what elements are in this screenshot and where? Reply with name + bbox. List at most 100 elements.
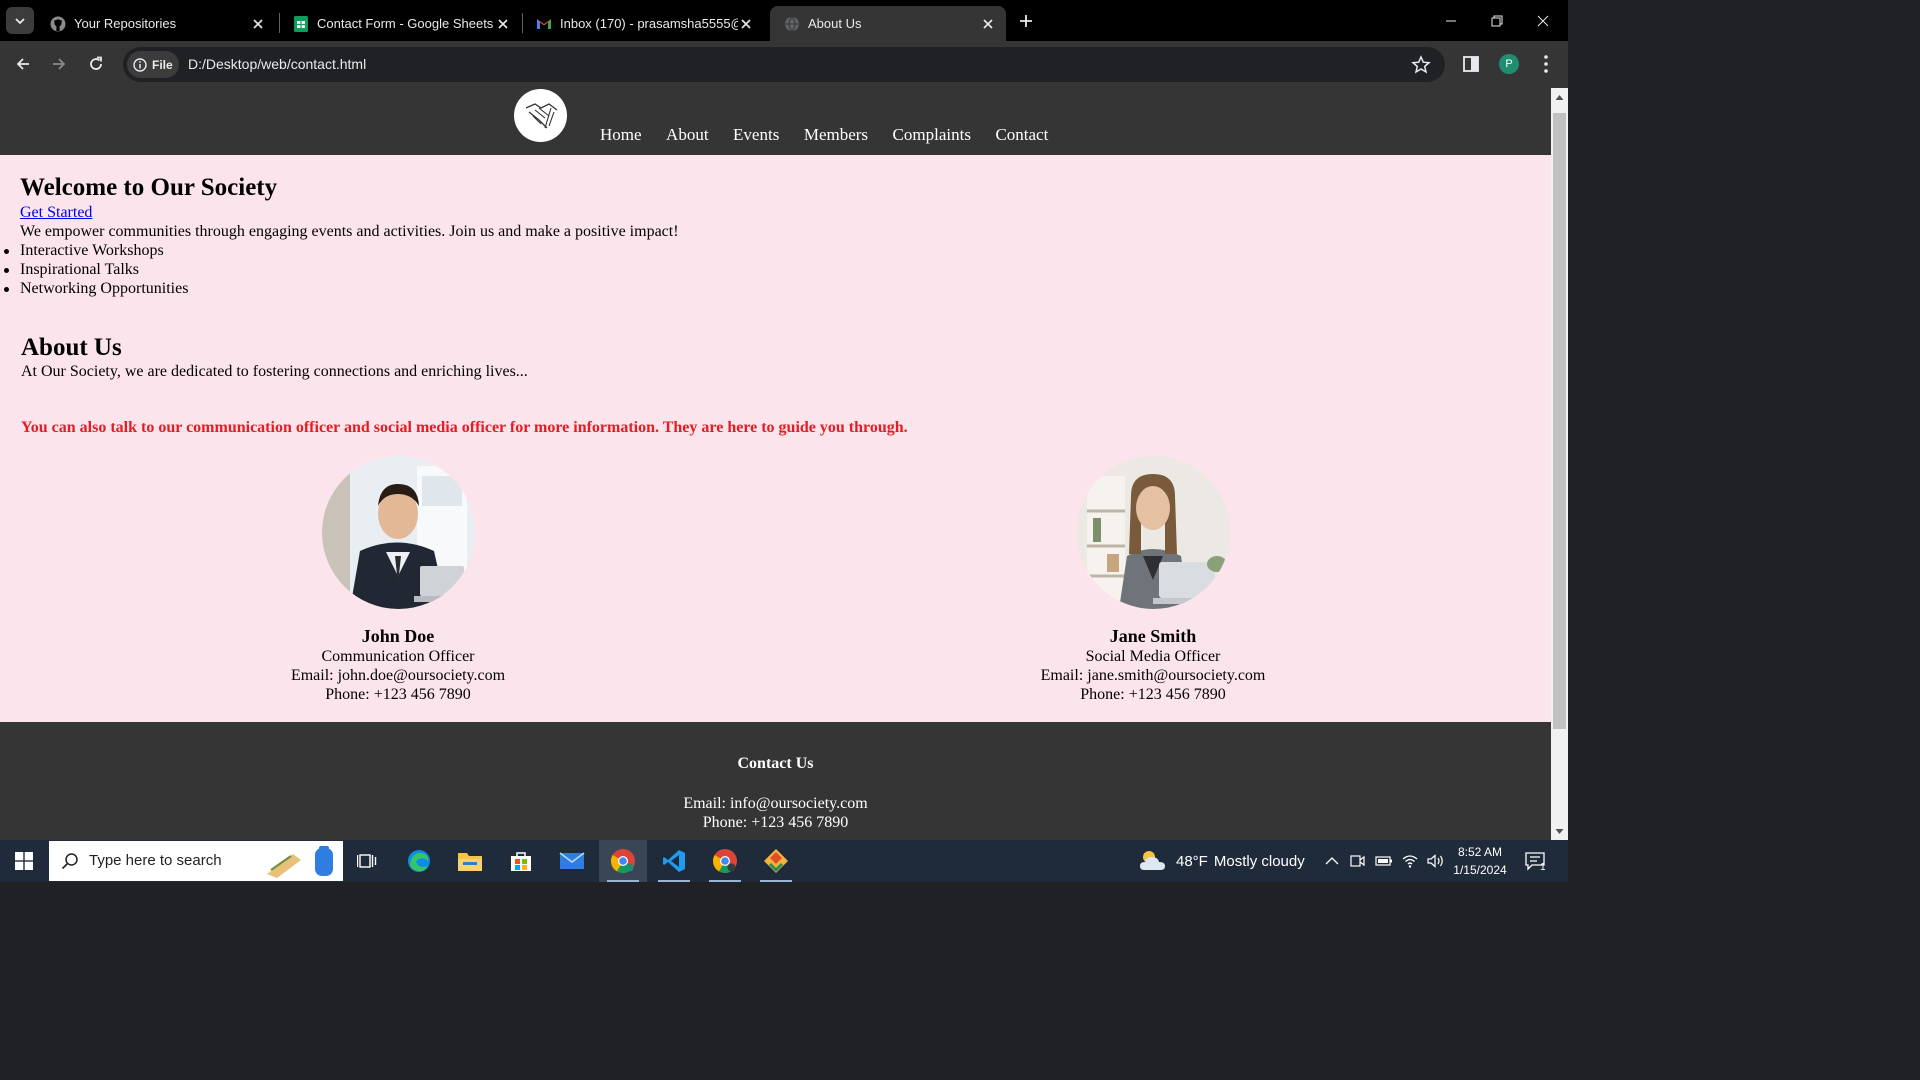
member-email: Email: jane.smith@oursociety.com <box>1040 667 1266 684</box>
chrome-taskbar-button[interactable] <box>701 840 749 882</box>
handshake-logo-icon <box>525 102 557 128</box>
member-email: Email: john.doe@oursociety.com <box>290 667 506 684</box>
weather-widget[interactable]: 48°F Mostly cloudy <box>1138 840 1305 882</box>
scroll-down-icon <box>1555 829 1564 834</box>
footer-phone: Phone: +123 456 7890 <box>702 814 849 831</box>
active-indicator <box>607 880 639 882</box>
nav-about[interactable]: About <box>666 125 709 145</box>
taskbar-search[interactable]: Type here to search <box>49 841 343 881</box>
list-item: Interactive Workshops <box>3 242 188 261</box>
member-name: Jane Smith <box>1109 626 1197 646</box>
more-menu-icon[interactable] <box>1537 53 1555 75</box>
tab-about-us[interactable]: About Us <box>770 6 1006 41</box>
chevron-up-icon[interactable] <box>1325 856 1339 866</box>
plus-icon <box>1020 15 1032 27</box>
member-phone: Phone: +123 456 7890 <box>1080 686 1226 703</box>
clock-date: 1/15/2024 <box>1453 863 1507 877</box>
notification-count: 1 <box>1540 862 1546 873</box>
tab-your-repositories[interactable]: Your Repositories <box>36 6 276 41</box>
taskbar-clock[interactable]: 8:52 AM 1/15/2024 <box>1448 843 1512 879</box>
wifi-icon[interactable] <box>1402 854 1418 868</box>
tab-title: About Us <box>808 16 862 31</box>
minimize-icon <box>1446 20 1456 21</box>
address-bar[interactable]: File D:/Desktop/web/contact.html <box>123 47 1445 82</box>
sheets-icon <box>293 15 309 32</box>
footer-title: Contact Us <box>737 755 814 772</box>
hero-title: Welcome to Our Society <box>20 174 278 201</box>
scroll-up-icon <box>1555 95 1564 100</box>
bookmark-star-icon[interactable] <box>1411 55 1431 75</box>
member-phone: Phone: +123 456 7890 <box>325 686 471 703</box>
tab-contact-form[interactable]: Contact Form - Google Sheets <box>279 6 521 41</box>
search-icon <box>61 853 78 870</box>
file-explorer-taskbar-button[interactable] <box>446 840 494 882</box>
member-photo <box>1076 456 1230 609</box>
society-logo[interactable] <box>514 89 567 142</box>
site-header: Home About Events Members Complaints Con… <box>0 88 1551 155</box>
new-tab-button[interactable] <box>1014 9 1038 33</box>
tab-search-button[interactable] <box>6 7 34 34</box>
notification-center-button[interactable]: 1 <box>1524 840 1548 882</box>
nav-events[interactable]: Events <box>733 125 779 145</box>
url-text[interactable]: D:/Desktop/web/contact.html <box>188 56 366 72</box>
nav-home[interactable]: Home <box>600 125 642 145</box>
tab-title: Inbox (170) - prasamsha5555@ <box>560 16 738 31</box>
feature-list: Interactive Workshops Inspirational Talk… <box>3 242 188 299</box>
nav-members[interactable]: Members <box>804 125 868 145</box>
mail-taskbar-button[interactable] <box>548 840 596 882</box>
site-info-chip[interactable]: File <box>127 51 179 78</box>
chip-label: File <box>152 57 173 72</box>
close-window-button[interactable] <box>1520 0 1566 41</box>
search-highlight-icon <box>267 846 333 878</box>
chevron-down-icon <box>15 17 25 24</box>
close-tab-icon[interactable] <box>495 16 511 32</box>
running-indicator <box>760 880 792 882</box>
clock-time: 8:52 AM <box>1457 845 1503 859</box>
get-started-link[interactable]: Get Started <box>20 204 92 222</box>
restore-button[interactable] <box>1474 0 1520 41</box>
gmail-icon <box>536 16 552 32</box>
reload-button[interactable] <box>83 51 109 77</box>
taskbar: Type here to search 48°F Mostly cloudy 8… <box>0 840 1568 882</box>
start-button[interactable] <box>0 840 48 882</box>
battery-icon[interactable] <box>1375 855 1393 867</box>
tab-strip: Your Repositories Contact Form - Google … <box>0 0 1568 41</box>
tab-inbox[interactable]: Inbox (170) - prasamsha5555@ <box>522 6 764 41</box>
minimize-button[interactable] <box>1428 0 1474 41</box>
meet-now-icon[interactable] <box>1349 853 1365 869</box>
list-item: Inspirational Talks <box>3 261 188 280</box>
close-tab-icon[interactable] <box>980 16 996 32</box>
page-scrollbar[interactable] <box>1551 88 1568 840</box>
nav-complaints[interactable]: Complaints <box>893 125 971 145</box>
scrollbar-thumb[interactable] <box>1553 113 1566 729</box>
edge-taskbar-button[interactable] <box>395 840 443 882</box>
close-tab-icon[interactable] <box>738 16 754 32</box>
back-button[interactable] <box>10 51 36 77</box>
hero-lead: We empower communities through engaging … <box>20 223 679 240</box>
restore-icon <box>1491 15 1503 26</box>
volume-icon[interactable] <box>1427 854 1445 868</box>
close-icon <box>1537 15 1549 26</box>
close-tab-icon[interactable] <box>250 16 266 32</box>
store-icon <box>511 852 531 871</box>
folder-icon <box>458 853 482 871</box>
profile-avatar[interactable]: P <box>1499 54 1519 74</box>
page-viewport: Home About Events Members Complaints Con… <box>0 88 1551 840</box>
forward-button[interactable] <box>46 51 72 77</box>
chrome-icon <box>610 849 635 874</box>
running-indicator <box>709 880 741 882</box>
side-panel-icon[interactable] <box>1462 55 1480 73</box>
footer-email: Email: info@oursociety.com <box>683 795 868 812</box>
vscode-taskbar-button[interactable] <box>650 840 698 882</box>
chrome-icon <box>712 849 737 874</box>
system-tray <box>1325 840 1445 882</box>
nav-contact[interactable]: Contact <box>995 125 1048 145</box>
task-view-button[interactable] <box>343 840 391 882</box>
store-taskbar-button[interactable] <box>497 840 545 882</box>
member-role: Communication Officer <box>321 648 475 665</box>
cloudy-weather-icon <box>1140 851 1165 870</box>
chrome-profile-taskbar-button[interactable] <box>599 840 647 882</box>
member-card-jane: Jane Smith Social Media Officer Email: j… <box>1003 456 1303 704</box>
git-app-taskbar-button[interactable] <box>752 840 800 882</box>
browser-toolbar: File D:/Desktop/web/contact.html P <box>0 41 1568 88</box>
